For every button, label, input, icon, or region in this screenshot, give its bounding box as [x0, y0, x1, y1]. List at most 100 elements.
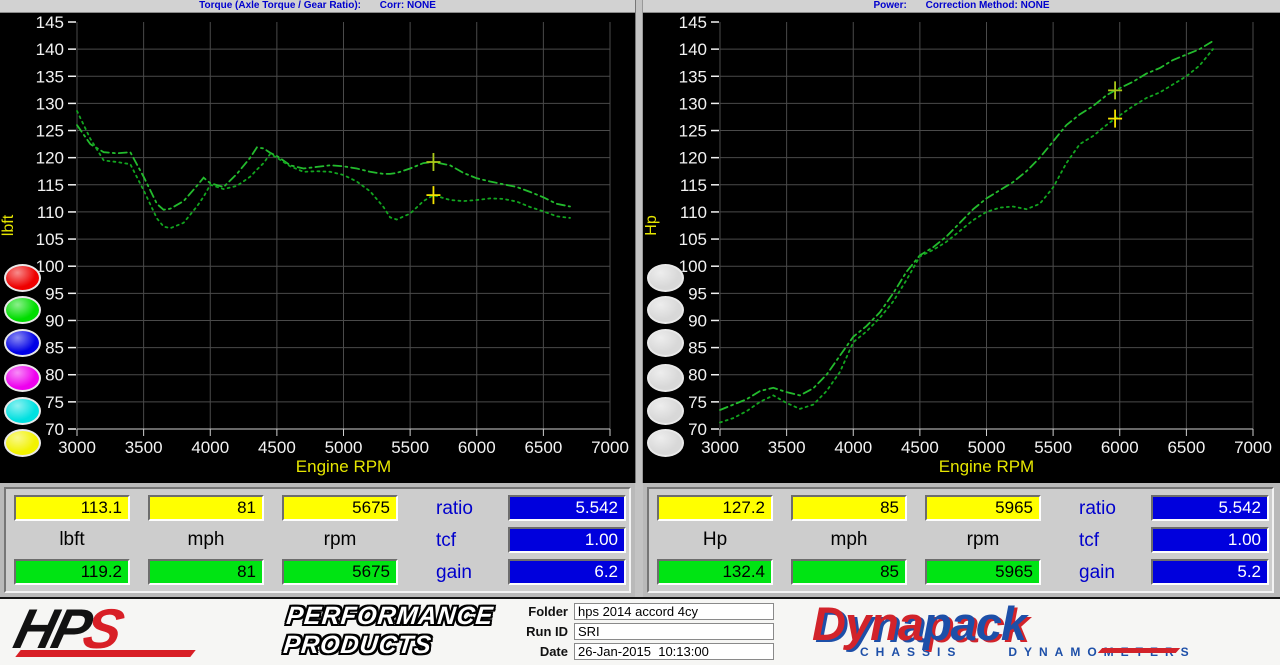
- readout-row: 113.1 81 5675 lbft mph rpm 119.2 81 5675…: [0, 483, 1280, 597]
- x-tick-label: 3500: [768, 438, 806, 457]
- dyno-software-window: Torque (Axle Torque / Gear Ratio): Corr:…: [0, 0, 1280, 665]
- y-tick-label: 105: [36, 230, 64, 249]
- x-tick-label: 4500: [258, 438, 296, 457]
- y-tick-label: 85: [688, 339, 707, 358]
- channel-button-yellow[interactable]: [4, 429, 41, 457]
- dynapack-logo: Dynapack CHASSISDYNAMOMETERS: [812, 599, 1242, 659]
- torque-readout-panel: 113.1 81 5675 lbft mph rpm 119.2 81 5675…: [4, 487, 631, 593]
- ratio-value: 5.542: [508, 495, 626, 521]
- rpm-unit-label: rpm: [925, 529, 1041, 551]
- y-tick-label: 95: [688, 284, 707, 303]
- y-tick-label: 115: [37, 176, 64, 195]
- x-tick-label: 5000: [325, 438, 363, 457]
- y-tick-label: 140: [679, 40, 707, 59]
- cursor-rpm-value: 5965: [925, 495, 1041, 521]
- dynapack-pack: pack: [923, 597, 1026, 650]
- cursor-speed-value: 81: [148, 495, 264, 521]
- channel-button-gray-4[interactable]: [647, 364, 684, 392]
- hps-logo-tagline: PERFORMANCE PRODUCTS: [282, 602, 495, 660]
- x-tick-label: 4000: [834, 438, 872, 457]
- channel-button-gray-2[interactable]: [647, 296, 684, 324]
- channel-button-gray-6[interactable]: [647, 429, 684, 457]
- cursor-speed-value: 85: [791, 495, 907, 521]
- channel-button-gray-5[interactable]: [647, 397, 684, 425]
- y-tick-label: 120: [36, 149, 64, 168]
- folder-row: Folder: [498, 603, 774, 623]
- readout-divider: [635, 483, 643, 597]
- run-rpm-value: 5675: [282, 559, 398, 585]
- x-tick-label: 4000: [191, 438, 229, 457]
- x-tick-label: 6000: [458, 438, 496, 457]
- torque-chart[interactable]: 3000350040004500500055006000650070007075…: [0, 13, 635, 484]
- torque-unit-label: lbft: [14, 529, 130, 551]
- gain-value: 6.2: [508, 559, 626, 585]
- run-power-value: 132.4: [657, 559, 773, 585]
- speed-unit-label: mph: [791, 529, 907, 551]
- gain-label: gain: [1079, 562, 1115, 584]
- ratio-label: ratio: [1079, 498, 1116, 520]
- y-tick-label: 70: [45, 420, 64, 439]
- power-chart[interactable]: 3000350040004500500055006000650070007075…: [643, 13, 1278, 484]
- baseline-power-curve: [720, 49, 1213, 422]
- x-tick-label: 5500: [1034, 438, 1072, 457]
- y-tick-label: 130: [679, 94, 707, 113]
- channel-button-blue[interactable]: [4, 329, 41, 357]
- channel-button-gray-3[interactable]: [647, 329, 684, 357]
- ratio-label: ratio: [436, 498, 473, 520]
- channel-button-gray-1[interactable]: [647, 264, 684, 292]
- power-chart-titlebar: Power: Correction Method: NONE: [643, 0, 1280, 13]
- date-input[interactable]: [574, 643, 774, 660]
- x-tick-label: 7000: [591, 438, 629, 457]
- y-axis-title: Hp: [643, 215, 660, 236]
- gain-label: gain: [436, 562, 472, 584]
- x-tick-label: 5000: [968, 438, 1006, 457]
- sri-run-torque-curve: [77, 125, 570, 210]
- y-tick-label: 115: [680, 176, 707, 195]
- channel-button-green[interactable]: [4, 296, 41, 324]
- hps-logo: HPS: [16, 600, 281, 662]
- power-title: Power:: [873, 0, 906, 11]
- tcf-value: 1.00: [1151, 527, 1269, 553]
- y-tick-label: 85: [45, 339, 64, 358]
- y-tick-label: 125: [36, 122, 64, 141]
- y-tick-label: 130: [36, 94, 64, 113]
- dynapack-swoosh: [1098, 648, 1181, 653]
- y-tick-label: 125: [679, 122, 707, 141]
- gain-value: 5.2: [1151, 559, 1269, 585]
- run-id-label: Run ID: [498, 624, 568, 639]
- torque-correction-status: Corr: NONE: [380, 0, 436, 11]
- hps-tagline-line1: PERFORMANCE: [285, 602, 495, 631]
- x-tick-label: 3000: [58, 438, 96, 457]
- power-readout-panel: 127.2 85 5965 Hp mph rpm 132.4 85 5965 r…: [647, 487, 1274, 593]
- channel-button-magenta[interactable]: [4, 364, 41, 392]
- x-axis-title: Engine RPM: [296, 457, 391, 476]
- power-correction-status: Correction Method: NONE: [926, 0, 1050, 11]
- x-tick-label: 6000: [1101, 438, 1139, 457]
- tcf-value: 1.00: [508, 527, 626, 553]
- run-id-input[interactable]: [574, 623, 774, 640]
- y-axis-title: lbft: [0, 214, 17, 236]
- dynapack-dyna: Dyna: [812, 597, 923, 650]
- power-unit-label: Hp: [657, 529, 773, 551]
- y-tick-label: 80: [688, 366, 707, 385]
- rpm-unit-label: rpm: [282, 529, 398, 551]
- baseline-torque-curve: [77, 111, 570, 228]
- y-tick-label: 95: [45, 284, 64, 303]
- chart-panels-divider: [635, 0, 643, 483]
- x-tick-label: 7000: [1234, 438, 1272, 457]
- cursor-rpm-value: 5675: [282, 495, 398, 521]
- channel-button-red[interactable]: [4, 264, 41, 292]
- torque-chart-panel: Torque (Axle Torque / Gear Ratio): Corr:…: [0, 0, 635, 483]
- y-tick-label: 105: [679, 230, 707, 249]
- y-tick-label: 140: [36, 40, 64, 59]
- x-tick-label: 6500: [1167, 438, 1205, 457]
- run-torque-value: 119.2: [14, 559, 130, 585]
- cursor-power-value: 127.2: [657, 495, 773, 521]
- torque-chart-titlebar: Torque (Axle Torque / Gear Ratio): Corr:…: [0, 0, 635, 13]
- x-tick-label: 3500: [125, 438, 163, 457]
- channel-button-cyan[interactable]: [4, 397, 41, 425]
- cursor-torque-value: 113.1: [14, 495, 130, 521]
- run-rpm-value: 5965: [925, 559, 1041, 585]
- folder-input[interactable]: [574, 603, 774, 620]
- run-speed-value: 85: [791, 559, 907, 585]
